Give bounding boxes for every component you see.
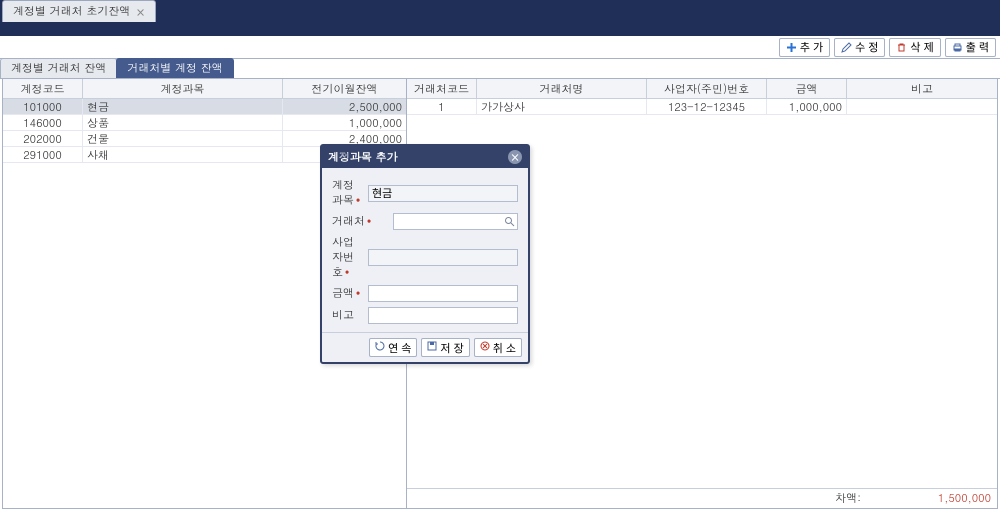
cell-bal: 2,500,000 xyxy=(283,99,406,114)
cancel-label: 취 소 xyxy=(493,340,516,356)
edit-button-label: 수 정 xyxy=(855,39,878,55)
modal-footer: 연 속 저 장 취 소 xyxy=(322,332,528,362)
subtab-partner-account-balance[interactable]: 거래처별 계정 잔액 xyxy=(116,58,233,78)
col-remark: 비고 xyxy=(847,79,997,98)
cell-amount: 1,000,000 xyxy=(767,99,847,114)
save-button[interactable]: 저 장 xyxy=(421,338,469,357)
right-grid-footer: 차액: 1,500,000 xyxy=(407,488,997,508)
col-account-code: 계정코드 xyxy=(3,79,83,98)
add-account-modal: 계정과목 추가 × 계정과목• 거래처• 사업자번호• 금액• 비고 xyxy=(320,144,530,364)
close-icon[interactable]: × xyxy=(508,150,522,164)
pencil-icon xyxy=(841,42,852,53)
field-row-remark: 비고 xyxy=(332,307,518,324)
cell-bizno: 123-12-12345 xyxy=(647,99,767,114)
top-tab-label: 계정별 거래처 초기잔액 xyxy=(13,4,130,19)
cell-bal: 1,000,000 xyxy=(283,115,406,130)
table-row[interactable]: 1 가가상사 123-12-12345 1,000,000 xyxy=(407,99,997,115)
bizno-label: 사업자번호• xyxy=(332,235,362,280)
subtab-label: 계정별 거래처 잔액 xyxy=(11,61,106,76)
modal-body: 계정과목• 거래처• 사업자번호• 금액• 비고 xyxy=(322,168,528,332)
delete-button[interactable]: 삭 제 xyxy=(889,38,940,57)
bizno-field[interactable] xyxy=(368,249,518,266)
table-row[interactable]: 101000 현금 2,500,000 xyxy=(3,99,406,115)
printer-icon xyxy=(952,42,963,53)
continue-button[interactable]: 연 속 xyxy=(369,338,417,357)
cell-code: 146000 xyxy=(3,115,83,130)
right-grid-header: 거래처코드 거래처명 사업자(주민)번호 금액 비고 xyxy=(407,79,997,99)
modal-titlebar[interactable]: 계정과목 추가 × xyxy=(322,146,528,168)
cell-code: 202000 xyxy=(3,131,83,146)
continue-label: 연 속 xyxy=(388,340,411,356)
search-icon[interactable] xyxy=(502,214,516,228)
cell-pcode: 1 xyxy=(407,99,477,114)
cell-remark xyxy=(847,99,997,114)
partner-label: 거래처• xyxy=(332,214,387,229)
add-button-label: 추 가 xyxy=(800,39,823,55)
toolbar: 추 가 수 정 삭 제 출 력 xyxy=(0,36,1000,59)
col-partner-name: 거래처명 xyxy=(477,79,647,98)
remark-label: 비고 xyxy=(332,308,362,323)
subtab-account-partner-balance[interactable]: 계정별 거래처 잔액 xyxy=(0,58,117,78)
amount-field[interactable] xyxy=(368,285,518,302)
cell-code: 101000 xyxy=(3,99,83,114)
partner-field[interactable] xyxy=(393,213,518,230)
col-partner-code: 거래처코드 xyxy=(407,79,477,98)
top-navy-strip xyxy=(0,22,1000,36)
cancel-button[interactable]: 취 소 xyxy=(474,338,522,357)
difference-label: 차액: xyxy=(835,491,861,506)
close-icon[interactable]: × xyxy=(136,5,144,19)
cell-pname: 가가상사 xyxy=(477,99,647,114)
plus-icon xyxy=(786,42,797,53)
table-row[interactable]: 146000 상품 1,000,000 xyxy=(3,115,406,131)
delete-button-label: 삭 제 xyxy=(910,39,933,55)
remark-field[interactable] xyxy=(368,307,518,324)
refresh-icon xyxy=(375,341,385,354)
col-amount: 금액 xyxy=(767,79,847,98)
account-field[interactable] xyxy=(368,185,518,202)
left-grid-header: 계정코드 계정과목 전기이월잔액 xyxy=(3,79,406,99)
amount-label: 금액• xyxy=(332,286,362,301)
cancel-icon xyxy=(480,341,490,354)
cell-name: 현금 xyxy=(83,99,283,114)
field-row-partner: 거래처• xyxy=(332,213,518,230)
print-button-label: 출 력 xyxy=(966,39,989,55)
save-label: 저 장 xyxy=(440,340,463,356)
disk-icon xyxy=(427,341,437,354)
col-bizno: 사업자(주민)번호 xyxy=(647,79,767,98)
col-account-name: 계정과목 xyxy=(83,79,283,98)
top-tabbar: 계정별 거래처 초기잔액 × xyxy=(0,0,1000,22)
difference-value: 1,500,000 xyxy=(901,491,991,506)
trash-icon xyxy=(896,42,907,53)
field-row-amount: 금액• xyxy=(332,285,518,302)
subtab-bar: 계정별 거래처 잔액 거래처별 계정 잔액 xyxy=(0,59,1000,79)
account-label: 계정과목• xyxy=(332,178,362,208)
edit-button[interactable]: 수 정 xyxy=(834,38,885,57)
col-prev-balance: 전기이월잔액 xyxy=(283,79,406,98)
cell-code: 291000 xyxy=(3,147,83,162)
cell-name: 상품 xyxy=(83,115,283,130)
top-tab-account-balance[interactable]: 계정별 거래처 초기잔액 × xyxy=(2,0,156,22)
add-button[interactable]: 추 가 xyxy=(779,38,830,57)
cell-name: 사채 xyxy=(83,147,283,162)
field-row-account: 계정과목• xyxy=(332,178,518,208)
cell-name: 건물 xyxy=(83,131,283,146)
field-row-bizno: 사업자번호• xyxy=(332,235,518,280)
modal-title-text: 계정과목 추가 xyxy=(328,150,398,165)
print-button[interactable]: 출 력 xyxy=(945,38,996,57)
subtab-label: 거래처별 계정 잔액 xyxy=(127,61,222,76)
